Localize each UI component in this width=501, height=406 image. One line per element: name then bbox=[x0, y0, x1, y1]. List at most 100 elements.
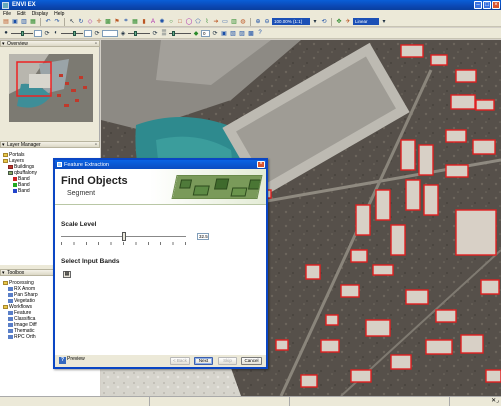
crop-icon[interactable]: ⌗ bbox=[122, 18, 130, 26]
rectangle-icon[interactable]: □ bbox=[176, 18, 184, 26]
select-icon[interactable]: ↖ bbox=[68, 18, 76, 26]
menu-help[interactable]: Help bbox=[51, 11, 67, 17]
tool-icon bbox=[8, 329, 13, 333]
dialog-titlebar[interactable]: Feature Extraction × bbox=[55, 160, 266, 169]
overview-panel: Overview ▫ bbox=[0, 40, 100, 136]
polyline-icon[interactable]: ⌇ bbox=[203, 18, 211, 26]
tool-icon bbox=[8, 323, 13, 327]
folder-icon bbox=[3, 159, 8, 163]
tool-icon bbox=[8, 299, 13, 303]
next-button[interactable]: Next bbox=[194, 357, 213, 365]
menu-edit[interactable]: Edit bbox=[14, 11, 29, 17]
zoom-in-icon[interactable]: ⊕ bbox=[254, 18, 262, 26]
reset-icon[interactable]: ⟳ bbox=[43, 29, 51, 37]
picture-icon[interactable]: ▭ bbox=[221, 18, 229, 26]
sharpen-slider[interactable] bbox=[128, 30, 150, 37]
text-annotation-icon[interactable]: A bbox=[149, 18, 157, 26]
select-bands-label: Select Input Bands bbox=[61, 258, 120, 265]
open-icon[interactable]: ▤ bbox=[2, 18, 10, 26]
flag-icon[interactable]: ⚑ bbox=[113, 18, 121, 26]
flicker-icon[interactable]: ▨ bbox=[238, 29, 246, 37]
transparency-icon: ▒ bbox=[161, 30, 167, 36]
layer-icon[interactable]: ◆ bbox=[192, 29, 200, 37]
cancel-button[interactable]: Cancel bbox=[241, 357, 262, 365]
table-icon[interactable]: ▦ bbox=[131, 18, 139, 26]
chevron-down-icon[interactable]: ▾ bbox=[311, 18, 319, 26]
sharpen-icon[interactable]: ◈ bbox=[119, 29, 127, 37]
symbol-icon[interactable]: ✺ bbox=[158, 18, 166, 26]
layer-manager-header[interactable]: Layer Manager ▫ bbox=[0, 141, 100, 148]
separator bbox=[40, 17, 41, 26]
chevron-down-icon[interactable]: ▾ bbox=[380, 18, 388, 26]
step-subheading: Segment bbox=[67, 190, 96, 197]
fly-icon[interactable]: ✈ bbox=[344, 18, 352, 26]
bookmark-icon[interactable]: ▮ bbox=[140, 18, 148, 26]
data-manager-icon[interactable]: ▦ bbox=[29, 18, 37, 26]
tool-icon bbox=[8, 311, 13, 315]
brightness-value[interactable] bbox=[34, 29, 42, 37]
help-icon[interactable]: ? bbox=[256, 29, 264, 37]
main-toolbar: ▤ ▣ ▥ ▦ ↶ ↷ ↖ ↻ ◇ ✛ ▩ ⚑ ⌗ ▦ ▮ A ✺ ○ □ ◯ … bbox=[0, 17, 501, 27]
reset-icon[interactable]: ⟳ bbox=[211, 29, 219, 37]
resize-grip[interactable]: ✕⌟ bbox=[450, 397, 501, 406]
save-icon[interactable]: ▣ bbox=[11, 18, 19, 26]
tree-item[interactable]: Band bbox=[3, 188, 37, 194]
close-icon[interactable]: × bbox=[257, 161, 265, 168]
scale-level-label: Scale Level bbox=[61, 221, 97, 228]
undo-icon[interactable]: ↶ bbox=[44, 18, 52, 26]
menu-file[interactable]: File bbox=[0, 11, 14, 17]
pin-icon[interactable]: ▫ bbox=[95, 142, 97, 148]
app-icon bbox=[2, 1, 9, 9]
maximize-icon[interactable]: □ bbox=[483, 1, 491, 9]
reset-icon[interactable]: ⟳ bbox=[151, 29, 159, 37]
opacity-value[interactable]: 0 bbox=[201, 29, 210, 37]
contrast-slider[interactable] bbox=[61, 30, 83, 37]
swipe-icon[interactable]: ▩ bbox=[247, 29, 255, 37]
menu-display[interactable]: Display bbox=[29, 11, 51, 17]
polygon-icon[interactable]: ⬠ bbox=[194, 18, 202, 26]
rotate-view-icon[interactable]: ⟲ bbox=[320, 18, 328, 26]
globe-icon[interactable]: ◍ bbox=[239, 18, 247, 26]
print-icon[interactable]: ▥ bbox=[20, 18, 28, 26]
brightness-icon: ● bbox=[4, 30, 8, 36]
tool-icon bbox=[8, 335, 13, 339]
scale-level-slider[interactable] bbox=[121, 232, 126, 241]
overview-title: Overview bbox=[7, 41, 28, 47]
vertex-icon[interactable]: ◇ bbox=[86, 18, 94, 26]
brightness-slider[interactable] bbox=[11, 30, 33, 37]
close-icon[interactable]: × bbox=[492, 1, 500, 9]
ellipse-icon[interactable]: ◯ bbox=[185, 18, 193, 26]
zoom-out-icon[interactable]: ⊖ bbox=[263, 18, 271, 26]
transparency-slider[interactable] bbox=[169, 30, 191, 37]
stretch-type-select[interactable] bbox=[102, 29, 118, 37]
skip-button[interactable]: Skip bbox=[218, 357, 237, 365]
scale-level-value[interactable]: 32.5 bbox=[197, 233, 209, 240]
portal-icon[interactable]: ▣ bbox=[220, 29, 228, 37]
tree-item[interactable]: RPC Orth bbox=[3, 334, 38, 340]
banner-graphic bbox=[172, 176, 263, 199]
redo-icon[interactable]: ↷ bbox=[53, 18, 61, 26]
zoom-select[interactable]: 100.00% (1:1) bbox=[272, 18, 310, 25]
pan-icon[interactable]: ✥ bbox=[335, 18, 343, 26]
separator bbox=[250, 17, 251, 26]
enhancement-toolbar: ● ⟳ ◐ ⟳ ◈ ⟳ ▒ ◆ 0 ⟳ ▣ ▧ ▨ ▩ ? bbox=[0, 28, 501, 39]
reset-icon[interactable]: ⟳ bbox=[93, 29, 101, 37]
overview-header[interactable]: Overview ▫ bbox=[0, 40, 100, 47]
layer-tree: Portals Layers Buildings qbuffalony Band… bbox=[3, 152, 37, 194]
select-bands-button[interactable]: ▦ bbox=[63, 271, 71, 278]
contrast-value[interactable] bbox=[84, 29, 92, 37]
rotate-icon[interactable]: ↻ bbox=[77, 18, 85, 26]
pin-icon[interactable]: ▫ bbox=[95, 41, 97, 47]
minimize-icon[interactable]: – bbox=[474, 1, 482, 9]
help-icon[interactable]: ? bbox=[59, 357, 66, 364]
folder-icon bbox=[3, 153, 8, 157]
grid-icon[interactable]: ▩ bbox=[104, 18, 112, 26]
blend-icon[interactable]: ▧ bbox=[229, 29, 237, 37]
overview-thumbnail[interactable] bbox=[9, 54, 93, 122]
circle-icon[interactable]: ○ bbox=[167, 18, 175, 26]
stretch-select[interactable]: Linear bbox=[353, 18, 379, 25]
crosshair-icon[interactable]: ✛ bbox=[95, 18, 103, 26]
back-button[interactable]: < Back bbox=[170, 357, 190, 365]
chart-icon[interactable]: ▥ bbox=[230, 18, 238, 26]
arrow-icon[interactable]: ➔ bbox=[212, 18, 220, 26]
